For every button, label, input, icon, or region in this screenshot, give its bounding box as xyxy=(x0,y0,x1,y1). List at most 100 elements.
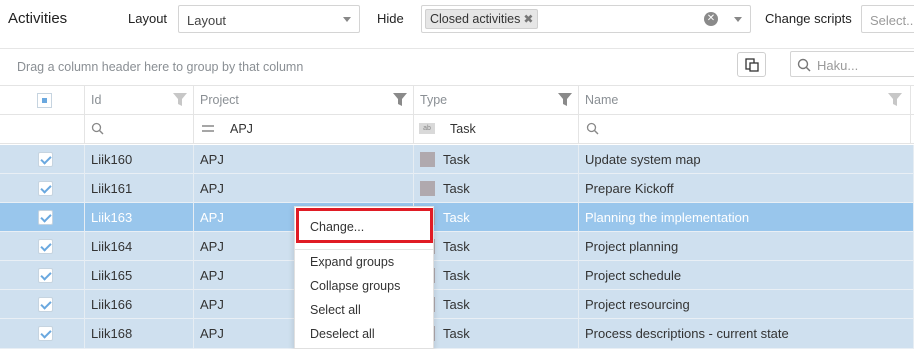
column-chooser-button[interactable] xyxy=(737,52,766,77)
row-checkbox[interactable] xyxy=(38,210,53,225)
cell-type-label: Task xyxy=(443,152,470,167)
row-checkbox[interactable] xyxy=(38,239,53,254)
layout-label: Layout xyxy=(128,11,168,26)
cell-type: Task xyxy=(414,290,579,319)
filter-icon[interactable] xyxy=(888,93,902,107)
row-select-cell[interactable] xyxy=(0,290,85,319)
search-placeholder: Haku... xyxy=(817,58,859,73)
row-select-cell[interactable] xyxy=(0,203,85,232)
hide-tag: Closed activities ✖ xyxy=(425,9,539,29)
column-header-id[interactable]: Id xyxy=(85,86,194,115)
table-row[interactable]: Liik168 APJ Task Process descriptions - … xyxy=(0,319,914,349)
row-checkbox[interactable] xyxy=(38,268,53,283)
table-row[interactable]: Liik166 APJ Task Project resourcing xyxy=(0,290,914,319)
row-select-cell[interactable] xyxy=(0,145,85,174)
filter-row: APJ ab Task xyxy=(0,115,914,144)
cell-id: Liik160 xyxy=(85,145,194,174)
table-row[interactable]: Liik161 APJ Task Prepare Kickoff xyxy=(0,174,914,203)
cell-id: Liik166 xyxy=(85,290,194,319)
cell-name: Update system map xyxy=(579,145,914,174)
row-select-cell[interactable] xyxy=(0,319,85,348)
grid-search-input[interactable]: Haku... xyxy=(790,51,914,77)
grid-header: Id Project Type Name xyxy=(0,85,914,115)
clear-icon[interactable]: ✕ xyxy=(704,12,718,26)
table-row-selected[interactable]: Liik163 APJ Task Planning the implementa… xyxy=(0,203,914,232)
chevron-down-icon xyxy=(734,17,742,22)
group-panel-hint: Drag a column header here to group by th… xyxy=(17,60,304,74)
column-chooser-icon xyxy=(745,58,759,72)
column-header-name[interactable]: Name xyxy=(579,86,911,115)
cell-type-label: Task xyxy=(443,181,470,196)
filter-icon[interactable] xyxy=(173,93,187,107)
table-row[interactable]: Liik164 APJ Task Project planning xyxy=(0,232,914,261)
cell-id: Liik165 xyxy=(85,261,194,290)
cell-type: Task xyxy=(414,203,579,232)
search-icon xyxy=(91,122,104,135)
column-header-type-label: Type xyxy=(420,93,448,107)
filter-project-value: APJ xyxy=(230,122,253,136)
row-checkbox[interactable] xyxy=(38,181,53,196)
cell-type-label: Task xyxy=(443,239,470,254)
menu-item-select-all[interactable]: Select all xyxy=(310,303,361,317)
type-filter-icon: ab xyxy=(419,123,435,134)
hide-label: Hide xyxy=(377,11,404,26)
menu-item-deselect-all[interactable]: Deselect all xyxy=(310,327,375,341)
filter-icon[interactable] xyxy=(393,93,407,107)
cell-id: Liik163 xyxy=(85,203,194,232)
table-row[interactable]: Liik165 APJ Task Project schedule xyxy=(0,261,914,290)
cell-type: Task xyxy=(414,174,579,203)
cell-type: Task xyxy=(414,261,579,290)
cell-project: APJ xyxy=(194,174,414,203)
change-scripts-label: Change scripts xyxy=(765,11,852,26)
row-select-cell[interactable] xyxy=(0,261,85,290)
row-select-cell[interactable] xyxy=(0,232,85,261)
menu-item-expand-groups[interactable]: Expand groups xyxy=(310,255,394,269)
row-select-cell[interactable] xyxy=(0,174,85,203)
cell-type: Task xyxy=(414,145,579,174)
filter-icon[interactable] xyxy=(558,93,572,107)
column-header-type[interactable]: Type xyxy=(414,86,579,115)
cell-name: Project planning xyxy=(579,232,914,261)
cell-project: APJ xyxy=(194,145,414,174)
menu-divider xyxy=(295,249,433,250)
filter-cell-select xyxy=(0,115,85,143)
cell-name: Project resourcing xyxy=(579,290,914,319)
change-scripts-select[interactable]: Select... xyxy=(861,5,914,33)
change-scripts-placeholder: Select... xyxy=(870,13,914,28)
equals-icon xyxy=(202,125,214,132)
cell-type-label: Task xyxy=(443,326,470,341)
row-checkbox[interactable] xyxy=(38,326,53,341)
filter-project-input[interactable]: APJ xyxy=(194,115,414,143)
search-icon xyxy=(797,58,811,72)
layout-select-value: Layout xyxy=(187,13,227,28)
menu-item-change[interactable]: Change... xyxy=(310,220,364,234)
search-icon xyxy=(586,122,599,135)
chevron-down-icon xyxy=(343,17,351,22)
hide-tag-label: Closed activities xyxy=(430,12,521,26)
row-checkbox[interactable] xyxy=(38,152,53,167)
type-color-swatch xyxy=(420,152,435,167)
layout-select[interactable]: Layout xyxy=(178,5,360,33)
column-header-project[interactable]: Project xyxy=(194,86,414,115)
cell-type-label: Task xyxy=(443,210,470,225)
cell-name: Project schedule xyxy=(579,261,914,290)
select-all-cell xyxy=(0,86,85,115)
filter-id-input[interactable] xyxy=(85,115,194,143)
select-all-checkbox[interactable] xyxy=(37,93,52,108)
filter-name-input[interactable] xyxy=(579,115,911,143)
cell-name: Prepare Kickoff xyxy=(579,174,914,203)
column-header-project-label: Project xyxy=(200,93,239,107)
top-bar: Activities Layout Layout Hide Closed act… xyxy=(0,0,914,40)
filter-type-input[interactable]: ab Task xyxy=(414,115,579,143)
row-checkbox[interactable] xyxy=(38,297,53,312)
context-menu: Change... Expand groups Collapse groups … xyxy=(294,206,434,349)
filter-type-value: Task xyxy=(450,122,476,136)
cell-type: Task xyxy=(414,319,579,348)
table-row[interactable]: Liik160 APJ Task Update system map xyxy=(0,145,914,174)
menu-item-collapse-groups[interactable]: Collapse groups xyxy=(310,279,400,293)
cell-name: Process descriptions - current state xyxy=(579,319,914,348)
cell-id: Liik161 xyxy=(85,174,194,203)
cell-id: Liik168 xyxy=(85,319,194,348)
column-header-name-label: Name xyxy=(585,93,619,107)
remove-tag-icon[interactable]: ✖ xyxy=(523,12,533,26)
